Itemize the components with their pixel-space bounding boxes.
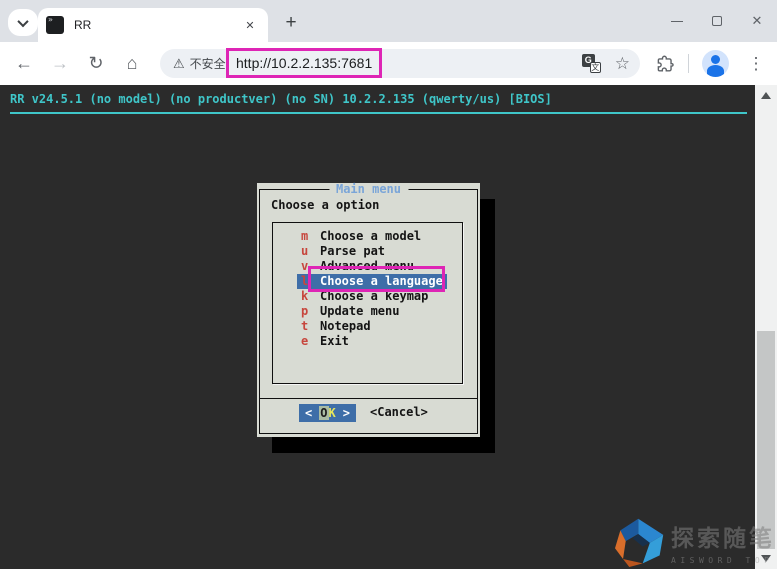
ok-button[interactable]: < OK > bbox=[299, 404, 356, 422]
menu-list: mChoose a model uParse pat vAdvanced men… bbox=[273, 229, 462, 349]
browser-window: RR ✕ + ✕ ← → ↻ ⌂ ⚠ 不安全 http://10.2.2.135… bbox=[0, 0, 777, 569]
watermark-subtitle: AISWORD TOP bbox=[671, 556, 775, 565]
dialog-title: Main menu bbox=[329, 183, 408, 196]
main-menu-dialog: Main menu Choose a option mChoose a mode… bbox=[257, 183, 480, 437]
watermark: 探索随笔 AISWORD TOP bbox=[613, 517, 775, 567]
watermark-title: 探索随笔 bbox=[671, 519, 775, 553]
tab-close-icon[interactable]: ✕ bbox=[240, 15, 260, 35]
security-chip[interactable]: ⚠ 不安全 bbox=[173, 55, 226, 72]
terminal-rule bbox=[10, 112, 747, 114]
menu-list-box: mChoose a model uParse pat vAdvanced men… bbox=[272, 222, 463, 384]
menu-item-choose-a-language[interactable]: lChoose a language bbox=[273, 274, 462, 289]
cancel-button[interactable]: <Cancel> bbox=[370, 405, 428, 419]
maximize-button[interactable] bbox=[697, 6, 737, 36]
translate-icon[interactable]: G 文 bbox=[582, 54, 601, 73]
watermark-logo-icon bbox=[613, 517, 667, 567]
address-bar[interactable]: ⚠ 不安全 http://10.2.2.135:7681 G 文 ☆ bbox=[160, 49, 640, 78]
profile-avatar[interactable] bbox=[702, 50, 729, 77]
tab-title: RR bbox=[74, 18, 240, 32]
reload-button[interactable]: ↻ bbox=[80, 47, 112, 79]
security-label: 不安全 bbox=[190, 55, 226, 72]
tab-search-button[interactable] bbox=[8, 9, 38, 36]
window-controls: ✕ bbox=[657, 0, 777, 42]
omnibox-icons: G 文 ☆ bbox=[582, 49, 630, 78]
menu-item-choose-a-model[interactable]: mChoose a model bbox=[273, 229, 462, 244]
menu-item-exit[interactable]: eExit bbox=[273, 334, 462, 349]
menu-item-parse-pat[interactable]: uParse pat bbox=[273, 244, 462, 259]
scroll-up-icon[interactable] bbox=[761, 92, 771, 99]
tab-strip: RR ✕ + ✕ bbox=[0, 0, 777, 42]
terminal-status-line: RR v24.5.1 (no model) (no productver) (n… bbox=[10, 92, 552, 106]
url-annotation-box: http://10.2.2.135:7681 bbox=[226, 48, 382, 78]
back-button[interactable]: ← bbox=[8, 47, 40, 79]
chevron-down-icon bbox=[17, 15, 28, 26]
menu-item-update-menu[interactable]: pUpdate menu bbox=[273, 304, 462, 319]
terminal-page: RR v24.5.1 (no model) (no productver) (n… bbox=[0, 85, 777, 569]
menu-item-notepad[interactable]: tNotepad bbox=[273, 319, 462, 334]
home-button[interactable]: ⌂ bbox=[116, 47, 148, 79]
url-text[interactable]: http://10.2.2.135:7681 bbox=[236, 55, 372, 71]
minimize-button[interactable] bbox=[657, 6, 697, 36]
terminal-scrollbar[interactable] bbox=[755, 85, 777, 569]
menu-item-choose-a-keymap[interactable]: kChoose a keymap bbox=[273, 289, 462, 304]
menu-item-advanced-menu[interactable]: vAdvanced menu bbox=[273, 259, 462, 274]
avatar-person-icon bbox=[711, 55, 720, 64]
warning-icon: ⚠ bbox=[173, 56, 185, 72]
close-icon: ✕ bbox=[752, 13, 763, 29]
browser-toolbar: ← → ↻ ⌂ ⚠ 不安全 http://10.2.2.135:7681 G 文… bbox=[0, 42, 777, 85]
dialog-separator bbox=[259, 398, 478, 399]
terminal-favicon-icon bbox=[46, 16, 64, 34]
dialog-prompt: Choose a option bbox=[271, 198, 379, 212]
maximize-icon bbox=[712, 16, 722, 26]
tab-rr[interactable]: RR ✕ bbox=[38, 8, 268, 42]
puzzle-icon bbox=[656, 55, 675, 74]
browser-menu-button[interactable]: ⋮ bbox=[742, 48, 770, 80]
forward-button[interactable]: → bbox=[44, 47, 76, 79]
ok-cursor: O bbox=[319, 406, 328, 420]
minimize-icon bbox=[671, 21, 683, 22]
close-button[interactable]: ✕ bbox=[737, 6, 777, 36]
extensions-button[interactable] bbox=[650, 48, 680, 80]
bookmark-star-icon[interactable]: ☆ bbox=[615, 54, 630, 74]
new-tab-button[interactable]: + bbox=[278, 10, 304, 36]
toolbar-divider bbox=[688, 54, 689, 73]
